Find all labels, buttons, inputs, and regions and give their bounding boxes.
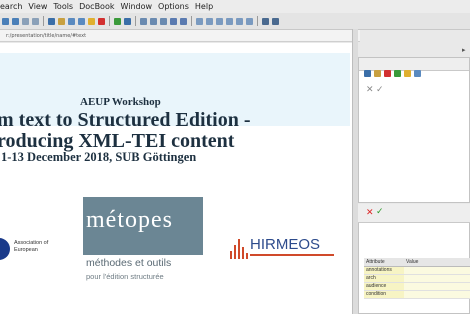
table-row[interactable]: condition [364,291,470,299]
close-icon[interactable]: ✕ [366,85,374,95]
menu-view[interactable]: View [28,2,47,11]
attributes-table: Attribute Value annotations arch audienc… [364,258,470,299]
menu-bar: earch View Tools DocBook Window Options … [0,0,470,13]
attribute-name: arch [364,275,404,282]
toolbar [0,13,470,30]
toolbar-separator [43,16,44,26]
table-row[interactable]: arch [364,275,470,283]
insert-row-icon[interactable] [226,17,233,25]
hirmeos-logo: HIRMEOS [228,235,338,261]
toolbar-separator [135,16,136,26]
attribute-name: condition [364,291,404,298]
paragraph-icon[interactable] [180,17,187,25]
metopes-subtitle-1: méthodes et outils [86,257,172,269]
metopes-logo: métopes [83,197,203,255]
panel-tool-icon[interactable] [364,70,371,77]
table-row[interactable]: audience [364,283,470,291]
panel-tool-icon[interactable] [384,70,391,77]
aeup-logo: Association of European [0,238,70,260]
arrow-right-icon[interactable] [262,17,269,25]
attribute-value[interactable] [404,283,470,290]
attribute-value[interactable] [404,291,470,298]
validate-icon[interactable] [114,17,121,25]
hirmeos-bars-icon [228,237,248,259]
italic-icon[interactable] [150,17,157,25]
toolbar-separator [257,16,258,26]
panel-tool-icon[interactable] [414,70,421,77]
menu-docbook[interactable]: DocBook [79,2,114,11]
move-icon[interactable] [48,17,55,25]
column-header-attribute[interactable]: Attribute [364,259,404,265]
image-icon[interactable] [206,17,213,25]
paste-icon[interactable] [58,17,65,25]
menu-options[interactable]: Options [158,2,189,11]
bold-icon[interactable] [140,17,147,25]
panel-tool-icon[interactable] [404,70,411,77]
attribute-name: annotations [364,267,404,274]
workshop-label: AEUP Workshop [80,96,161,108]
apply-attribute-icon[interactable]: ✓ [376,207,384,217]
list-icon[interactable] [170,17,177,25]
slide-date-line: 1-13 December 2018, SUB Göttingen [1,150,197,164]
hirmeos-underline [250,254,334,256]
breadcrumb: r:/presentation/title/name/#text [0,30,360,42]
aeup-emblem-icon [0,238,10,260]
menu-help[interactable]: Help [195,2,213,11]
cut-icon[interactable] [22,17,29,25]
link-icon[interactable] [216,17,223,25]
merge-icon[interactable] [246,17,253,25]
column-header-value[interactable]: Value [404,259,418,265]
underline-icon[interactable] [160,17,167,25]
attribute-name: audience [364,283,404,290]
copy-icon[interactable] [32,17,39,25]
check-icon[interactable]: ✓ [376,85,384,95]
redo-icon[interactable] [12,17,19,25]
attribute-value[interactable] [404,275,470,282]
play-icon[interactable] [272,17,279,25]
delete-icon[interactable] [98,17,105,25]
menu-window[interactable]: Window [120,2,152,11]
panel-tool-icon[interactable] [374,70,381,77]
panel-tool-icon[interactable] [394,70,401,77]
attributes-table-header: Attribute Value [364,258,470,267]
toolbar-separator [191,16,192,26]
menu-search[interactable]: earch [0,2,22,11]
breadcrumb-path: r:/presentation/title/name/#text [6,32,87,39]
replace-icon[interactable] [78,17,85,25]
attribute-value[interactable] [404,267,470,274]
table-row[interactable]: annotations [364,267,470,275]
remove-attribute-icon[interactable]: ✕ [366,208,374,218]
toolbar-separator [109,16,110,26]
outline-panel [358,57,470,203]
slide-title-line-1: m text to Structured Edition - [0,109,251,131]
transform-icon[interactable] [124,17,131,25]
undo-icon[interactable] [2,17,9,25]
table-icon[interactable] [196,17,203,25]
metopes-subtitle-2: pour l'édition structurée [86,272,164,281]
hirmeos-wordmark: HIRMEOS [250,236,321,253]
menu-tools[interactable]: Tools [53,2,73,11]
attributes-panel-header [358,204,470,223]
collapse-arrow-icon[interactable]: ▸ [462,46,466,54]
insert-col-icon[interactable] [236,17,243,25]
element-icon[interactable] [88,17,95,25]
metopes-wordmark: métopes [86,207,173,233]
find-icon[interactable] [68,17,75,25]
aeup-logo-text: Association of European [14,240,49,253]
